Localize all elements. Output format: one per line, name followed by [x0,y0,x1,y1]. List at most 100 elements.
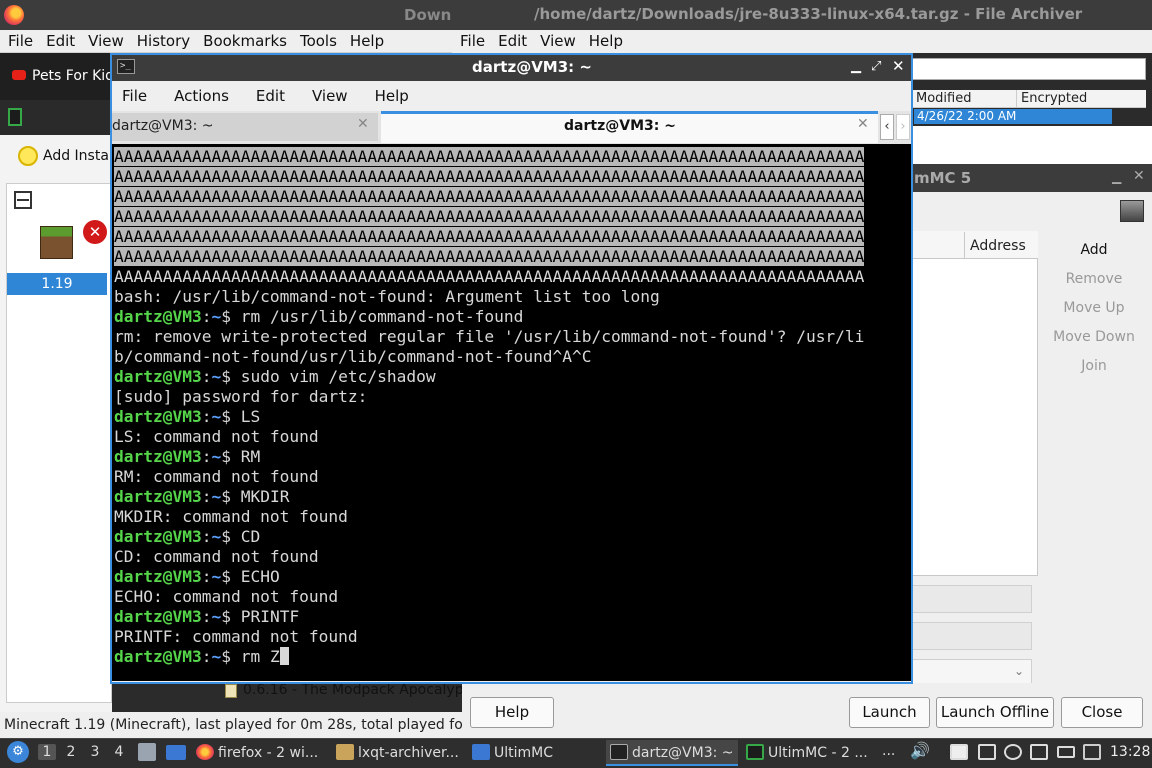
close-icon[interactable]: ✕ [892,57,905,75]
volume-icon[interactable]: 🔊 [910,741,930,760]
archive-row-modified[interactable]: 4/26/22 2:00 AM [914,109,1112,124]
update-icon[interactable] [1004,744,1022,760]
prompt-user: dartz@VM3 [114,607,202,626]
start-menu-icon[interactable]: ⚙ [7,741,29,763]
tab-close-icon[interactable]: ✕ [857,116,869,132]
firefox-menubar: File Edit View History Bookmarks Tools H… [0,30,452,53]
archiver-menu-help[interactable]: Help [589,32,623,50]
prompt-symbol: $ [221,487,231,506]
firefox-menu-bookmarks[interactable]: Bookmarks [203,32,287,50]
terminal-selected-line: AAAAAAAAAAAAAAAAAAAAAAAAAAAAAAAAAAAAAAAA… [114,207,886,227]
add-instance-icon[interactable] [18,146,38,166]
move-up-button[interactable]: Move Up [1048,300,1140,316]
file-manager-launcher-icon[interactable] [138,743,156,761]
prompt-symbol: $ [221,527,231,546]
youtube-icon [12,70,26,80]
instance-label[interactable]: 1.19 [7,273,107,295]
selected-text: AAAAAAAAAAAAAAAAAAAAAAAAAAAAAAAAAAAAAAAA… [114,167,865,186]
firefox-tab[interactable]: Pets For Kid [32,68,114,84]
firefox-menu-help[interactable]: Help [350,32,384,50]
prompt-colon: : [201,447,212,466]
selected-text: AAAAAAAAAAAAAAAAAAAAAAAAAAAAAAAAAAAAAAAA… [114,187,865,206]
output-text: [sudo] password for dartz: [114,387,368,406]
column-address[interactable]: Address [970,238,1026,254]
prompt-symbol: $ [221,567,231,586]
server-table [912,231,1038,576]
terminal-menu-view[interactable]: View [312,87,348,105]
terminal-menu-edit[interactable]: Edit [256,87,285,105]
help-button[interactable]: Help [470,697,554,728]
terminal-menu-file[interactable]: File [122,87,147,105]
remove-server-button[interactable]: Remove [1048,271,1140,287]
column-encrypted[interactable]: Encrypted [1021,91,1087,106]
archiver-menu-file[interactable]: File [460,32,485,50]
workspace-2[interactable]: 2 [62,744,80,760]
prompt-symbol: $ [221,647,231,666]
firefox-logo-icon [4,5,24,25]
firefox-icon [196,744,214,760]
prompt-path: ~ [211,307,222,326]
prompt-user: dartz@VM3 [114,647,202,666]
column-modified[interactable]: Modified [916,91,971,106]
close-button[interactable]: Close [1061,697,1143,728]
show-desktop-icon[interactable] [166,745,186,760]
clipboard-icon[interactable] [950,744,968,760]
close-icon[interactable]: ✕ [1133,168,1145,184]
extension-icon[interactable] [8,108,22,126]
launch-offline-button[interactable]: Launch Offline [936,697,1054,728]
minimize-icon[interactable]: ▁ [851,59,861,74]
taskbar-overflow[interactable]: ... [882,743,895,759]
workspace-4[interactable]: 4 [110,744,128,760]
firefox-menu-file[interactable]: File [8,32,33,50]
firefox-menu-edit[interactable]: Edit [46,32,75,50]
command-text: PRINTF [230,607,300,626]
chevron-down-icon[interactable]: ⌄ [1014,664,1024,678]
display-icon[interactable] [1057,746,1075,758]
folder-icon [472,744,490,760]
workspace-1[interactable]: 1 [38,744,56,760]
move-down-button[interactable]: Move Down [1048,329,1140,345]
join-server-button[interactable]: Join [1048,358,1140,374]
monitor-icon[interactable] [978,744,996,760]
taskbar-firefox[interactable]: firefox - 2 wi... [196,740,318,766]
launch-button[interactable]: Launch [849,697,930,728]
terminal-selected-line: AAAAAAAAAAAAAAAAAAAAAAAAAAAAAAAAAAAAAAAA… [114,187,886,207]
tab-scroll-right-icon[interactable]: › [896,114,910,140]
taskbar-terminal[interactable]: dartz@VM3: ~ [606,740,738,766]
output-text: AAAAAAAAAAAAAAAAAAAAAAAAAAAAAAAAAAAAAAAA… [114,267,865,286]
add-server-button[interactable]: Add [1048,242,1140,258]
taskbar-ultimmc-group[interactable]: UltimMC - 2 ... [746,740,868,766]
firefox-menu-history[interactable]: History [137,32,190,50]
taskbar-archiver[interactable]: lxqt-archiver... [336,740,459,766]
terminal-menu-actions[interactable]: Actions [174,87,229,105]
grass-block-icon[interactable] [40,226,73,259]
power-icon[interactable] [1083,744,1101,760]
tab-scroll-left-icon[interactable]: ‹ [880,114,894,140]
archiver-menu-view[interactable]: View [540,32,576,50]
firefox-window-title: Down [404,6,452,24]
firefox-titlebar [0,0,452,30]
terminal-output-line: RM: command not found [114,467,886,487]
server-address-field[interactable] [912,622,1032,650]
archiver-path-field[interactable] [912,58,1146,80]
add-instance-button[interactable]: Add Insta [43,148,109,164]
minimize-icon[interactable]: ▁ [1112,170,1121,184]
tab-close-icon[interactable]: ✕ [357,116,369,132]
server-name-field[interactable] [912,585,1032,613]
terminal-output-line: PRINTF: command not found [114,627,886,647]
firefox-menu-tools[interactable]: Tools [300,32,337,50]
archiver-window-title: /home/dartz/Downloads/jre-8u333-linux-x6… [534,5,1083,23]
firefox-menu-view[interactable]: View [88,32,124,50]
collapse-group-icon[interactable] [14,191,32,209]
clock[interactable]: 13:28 [1110,744,1150,760]
maximize-icon[interactable]: ⤢ [871,59,881,74]
terminal-output-line: ECHO: command not found [114,587,886,607]
terminal-command-line: dartz@VM3:~$ CD [114,527,886,547]
prompt-symbol: $ [221,447,231,466]
terminal-menu-help[interactable]: Help [375,87,409,105]
network-icon[interactable] [1030,744,1048,760]
output-text: RM: command not found [114,467,319,486]
taskbar-ultimmc[interactable]: UltimMC [472,740,553,766]
archiver-menu-edit[interactable]: Edit [498,32,527,50]
workspace-3[interactable]: 3 [86,744,104,760]
